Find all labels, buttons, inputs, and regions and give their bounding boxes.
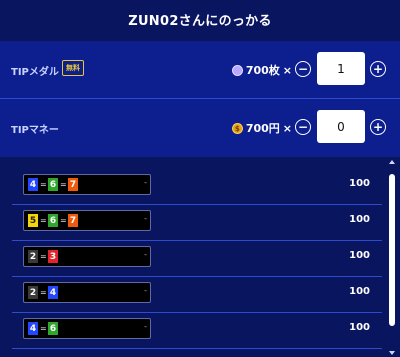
- number-combination: 2 = 3 -: [23, 246, 151, 267]
- equals-sign: =: [60, 180, 67, 189]
- number-box: 4: [28, 178, 38, 191]
- equals-sign: =: [60, 216, 67, 225]
- number-box: 2: [28, 250, 38, 263]
- number-box: 5: [28, 214, 38, 227]
- combo-dash: -: [144, 286, 147, 295]
- list-item: 5 = 6 = 7-100: [12, 205, 382, 241]
- combo-dash: -: [144, 322, 147, 331]
- equals-sign: =: [40, 180, 47, 189]
- scroll-thumb[interactable]: [389, 174, 395, 326]
- list-item: 4 = 6 - 100: [12, 313, 382, 349]
- times-sign: ×: [282, 63, 292, 77]
- free-badge: 無料: [62, 60, 84, 76]
- amount-value: 100: [349, 286, 370, 297]
- dialog-header: ZUN02さんにのっかる: [0, 0, 400, 38]
- tip-medal-decrement-button[interactable]: −: [295, 61, 311, 77]
- list-item: 4 = 6 = 7-100: [12, 169, 382, 205]
- amount-value: 100: [349, 214, 370, 225]
- amount-value: 100: [349, 250, 370, 261]
- tip-medal-price: 700枚 ×: [231, 62, 292, 78]
- number-combination: 4 = 6 -: [23, 318, 151, 339]
- number-box: 6: [48, 178, 58, 191]
- amount-value: 100: [349, 322, 370, 333]
- scroll-up-icon[interactable]: [389, 160, 395, 164]
- number-box: 7: [68, 178, 78, 191]
- list-scrollbar[interactable]: [389, 160, 395, 357]
- times-sign: ×: [282, 121, 292, 135]
- tip-money-increment-button[interactable]: +: [370, 119, 386, 135]
- number-box: 6: [48, 214, 58, 227]
- tip-medal-label: TIPメダル: [11, 67, 59, 78]
- tip-money-quantity-input[interactable]: 0: [317, 110, 365, 143]
- amount-value: 100: [349, 178, 370, 189]
- combo-dash: -: [144, 214, 147, 223]
- yen-coin-icon: $: [231, 122, 243, 134]
- medal-coin-icon: [231, 64, 243, 76]
- list-item: 2 = 3 - 100: [12, 241, 382, 277]
- scroll-down-icon[interactable]: [389, 351, 395, 355]
- number-box: 4: [48, 286, 58, 299]
- equals-sign: =: [40, 252, 47, 261]
- combo-dash: -: [144, 178, 147, 187]
- number-box: 6: [48, 322, 58, 335]
- tip-medal-increment-button[interactable]: +: [370, 61, 386, 77]
- tip-money-label: TIPマネー: [11, 125, 59, 136]
- number-combination: 2 = 4 -: [23, 282, 151, 303]
- number-box: 2: [28, 286, 38, 299]
- page-title: ZUN02さんにのっかる: [128, 13, 272, 29]
- equals-sign: =: [40, 324, 47, 333]
- number-combination: 4 = 6 = 7-: [23, 174, 151, 195]
- tip-medal-quantity-input[interactable]: 1: [317, 52, 365, 85]
- tip-money-price-value: 700円: [245, 122, 280, 135]
- number-box: 3: [48, 250, 58, 263]
- number-box: 4: [28, 322, 38, 335]
- tip-money-row: TIPマネー $ 700円 × − 0 +: [0, 99, 400, 157]
- number-combination: 5 = 6 = 7-: [23, 210, 151, 231]
- number-box: 7: [68, 214, 78, 227]
- equals-sign: =: [40, 288, 47, 297]
- tip-medal-price-value: 700枚: [245, 64, 280, 77]
- tip-money-price: $ 700円 ×: [231, 120, 292, 136]
- list-item: 2 = 4 - 100: [12, 277, 382, 313]
- tip-medal-row: TIPメダル 無料 700枚 × − 1 +: [0, 41, 400, 99]
- combo-dash: -: [144, 250, 147, 259]
- combination-list: 4 = 6 = 7-100 5 = 6 = 7-100 2 = 3-100 2 = 4-100 4 = 6-100: [0, 157, 400, 357]
- tip-money-decrement-button[interactable]: −: [295, 119, 311, 135]
- equals-sign: =: [40, 216, 47, 225]
